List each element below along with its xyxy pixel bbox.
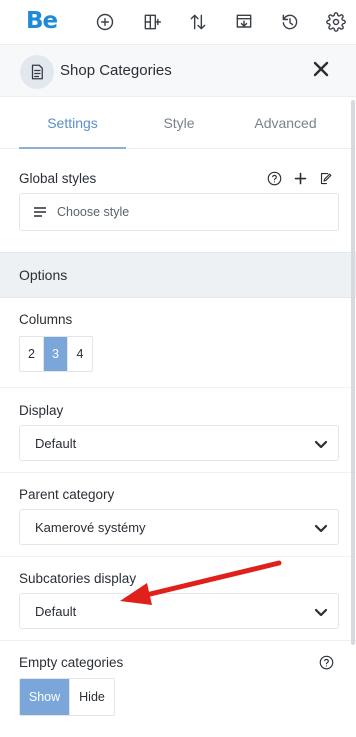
annotation-arrow-icon (120, 560, 282, 605)
